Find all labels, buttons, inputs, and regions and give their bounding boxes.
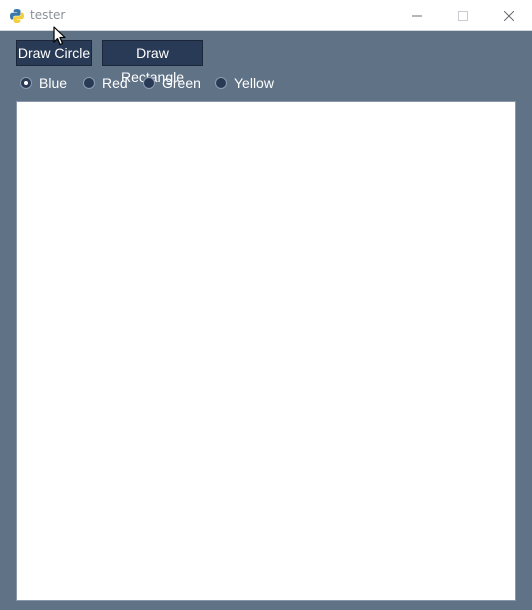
radio-label-red: Red (102, 75, 128, 91)
maximize-button[interactable] (440, 0, 486, 31)
radio-blue[interactable]: Blue (20, 75, 67, 91)
radio-yellow[interactable]: Yellow (215, 75, 274, 91)
title-bar[interactable]: tester (0, 0, 532, 31)
close-icon (504, 10, 514, 21)
radio-label-green: Green (162, 75, 201, 91)
maximize-icon (458, 10, 468, 21)
window-client-area: Draw Circle Draw Rectangle Blue Red Gree… (0, 31, 532, 610)
minimize-icon (412, 15, 422, 16)
mouse-cursor-icon (53, 26, 66, 46)
radio-indicator[interactable] (83, 77, 95, 89)
radio-label-blue: Blue (39, 75, 68, 91)
radio-label-yellow: Yellow (234, 75, 274, 91)
drawing-canvas[interactable] (16, 101, 516, 601)
window-title: tester (30, 8, 66, 22)
radio-red[interactable]: Red (83, 75, 128, 91)
radio-indicator[interactable] (143, 77, 155, 89)
radio-indicator-checked[interactable] (20, 77, 32, 89)
close-button[interactable] (486, 0, 532, 31)
radio-green[interactable]: Green (143, 75, 201, 91)
radio-indicator[interactable] (215, 77, 227, 89)
draw-rectangle-button[interactable]: Draw Rectangle (102, 40, 203, 85)
minimize-button[interactable] (394, 0, 440, 31)
python-icon (10, 9, 24, 23)
